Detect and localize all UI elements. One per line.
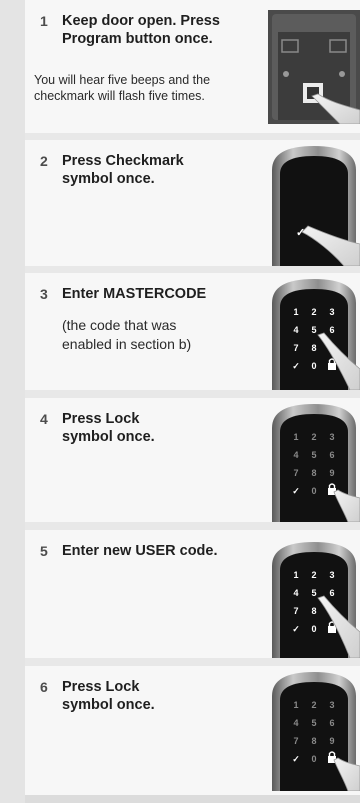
keypad-key: 2 (311, 570, 316, 580)
keypad-key: 7 (293, 468, 298, 478)
keypad-key: 6 (329, 588, 334, 598)
keypad-key: 9 (329, 736, 334, 746)
step-4-panel: 4 Press Lock symbol once. 1 2 3 4 5 6 7 8 9 ✓ 0 (25, 398, 360, 522)
step-title: Enter new USER code. (62, 543, 218, 559)
step-number: 6 (40, 679, 48, 695)
keypad-key: 0 (311, 624, 316, 634)
keypad-key: 8 (311, 606, 316, 616)
keypad-entry-illustration: 123456789✓0 (272, 279, 360, 390)
step-number: 5 (40, 543, 48, 559)
keypad-key: 7 (293, 343, 298, 353)
step-title: Press Checkmark symbol once. (62, 153, 184, 187)
keypad-key: 1 (293, 307, 298, 317)
keypad-checkmark-illustration: ✓ (272, 146, 360, 266)
step-1-panel: 1 Keep door open. Press Program button o… (25, 0, 360, 133)
step-title: Press Lock symbol once. (62, 679, 155, 713)
checkmark-key-icon: ✓ (292, 361, 300, 371)
keypad-key: 4 (293, 325, 298, 335)
keypad-key: 2 (311, 700, 316, 710)
step-number: 4 (40, 411, 48, 427)
keypad-key: 8 (311, 736, 316, 746)
keypad-key: 0 (311, 754, 316, 764)
keypad-key: 1 (293, 700, 298, 710)
step-title: Enter MASTERCODE (62, 286, 207, 302)
keypad-key: 9 (329, 468, 334, 478)
step-note: (the code that was enabled in section b) (62, 317, 192, 352)
step-note: You will hear five beeps and the checkma… (34, 73, 211, 103)
step-3-panel: 3 Enter MASTERCODE (the code that was en… (25, 273, 360, 390)
keypad-key: 7 (293, 736, 298, 746)
checkmark-key-icon: ✓ (292, 754, 300, 764)
keypad-key: 4 (293, 718, 298, 728)
keypad-key: 0 (311, 486, 316, 496)
keypad-lock-illustration: 1 2 3 4 5 6 7 8 9 ✓ 0 (272, 404, 360, 522)
keypad-entry-illustration: 123456789✓0 (272, 542, 360, 658)
keypad-key: 1 (293, 432, 298, 442)
keypad-key: 2 (311, 432, 316, 442)
left-margin-strip (0, 0, 25, 803)
keypad-key: 3 (329, 307, 334, 317)
keypad-key: 8 (311, 343, 316, 353)
keypad-key: 3 (329, 570, 334, 580)
keypad-lock-illustration: 1 2 3 4 5 6 7 8 9 ✓ 0 (272, 672, 360, 791)
step-6-panel: 6 Press Lock symbol once. 1 2 3 4 5 6 7 8 9 ✓ 0 (25, 666, 360, 795)
step-number: 3 (40, 286, 48, 302)
keypad-key: 5 (311, 450, 316, 460)
step-5-panel: 5 Enter new USER code. 123456789✓0 (25, 530, 360, 658)
keypad-key: 6 (329, 450, 334, 460)
keypad-key: 1 (293, 570, 298, 580)
keypad-key: 5 (311, 718, 316, 728)
keypad-key: 3 (329, 432, 334, 442)
interior-lock-illustration (268, 10, 360, 124)
checkmark-key-icon: ✓ (292, 486, 300, 496)
checkmark-key-icon: ✓ (292, 624, 300, 634)
step-number: 2 (40, 153, 48, 169)
keypad-key: 0 (311, 361, 316, 371)
keypad-key: 3 (329, 700, 334, 710)
keypad-key: 8 (311, 468, 316, 478)
keypad-key: 7 (293, 606, 298, 616)
keypad-key: 4 (293, 588, 298, 598)
step-title: Press Lock symbol once. (62, 411, 155, 445)
keypad-key: 5 (311, 325, 316, 335)
keypad-key: 4 (293, 450, 298, 460)
keypad-key: 6 (329, 325, 334, 335)
step-number: 1 (40, 13, 48, 29)
keypad-key: 5 (311, 588, 316, 598)
keypad-key: 2 (311, 307, 316, 317)
step-2-panel: 2 Press Checkmark symbol once. ✓ (25, 140, 360, 266)
step-title: Keep door open. Press Program button onc… (62, 13, 220, 47)
bottom-bar (25, 795, 360, 803)
keypad-key: 6 (329, 718, 334, 728)
